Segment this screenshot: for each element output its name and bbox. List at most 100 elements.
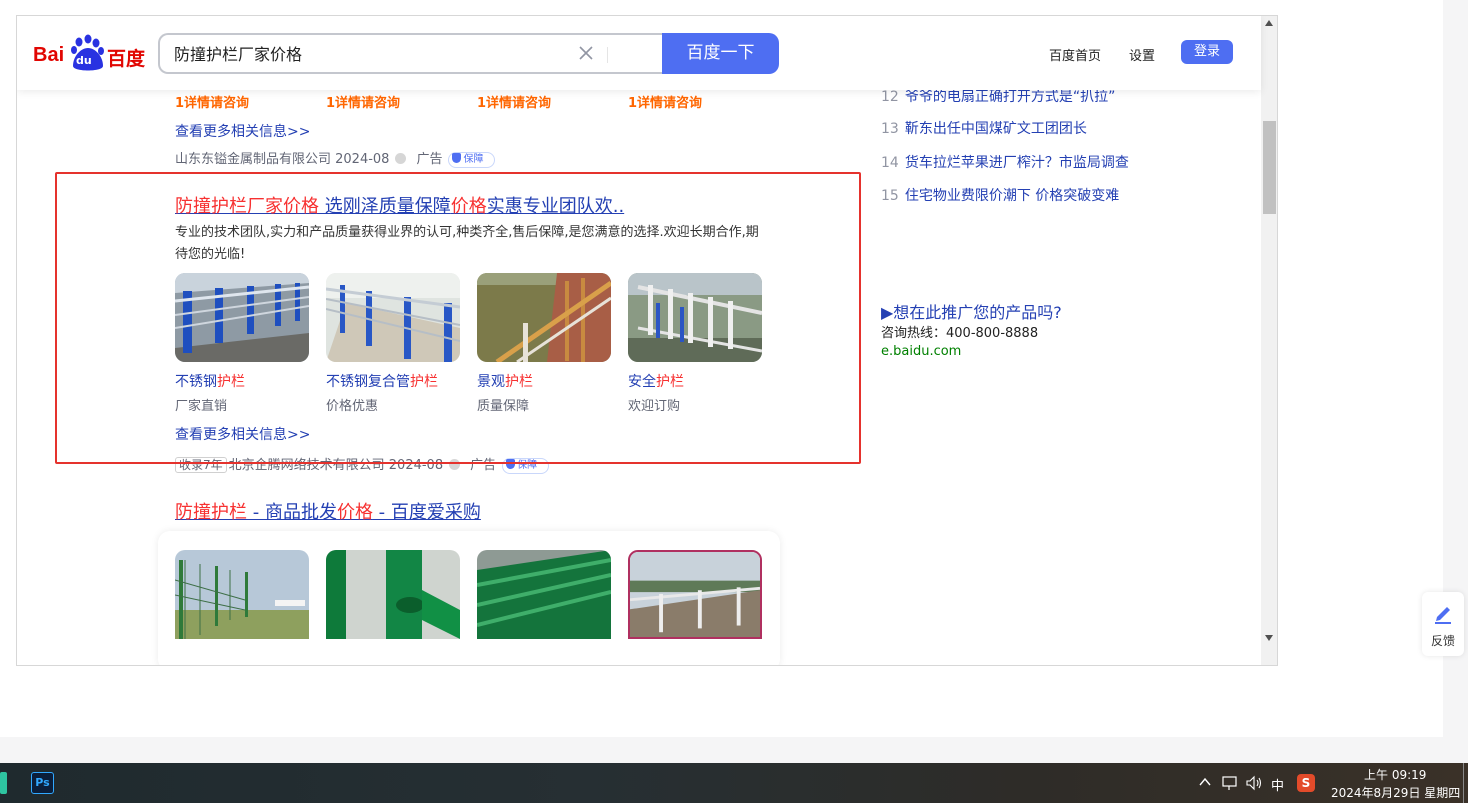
source-company[interactable]: 山东东镒金属制品有限公司 2024-08 — [175, 152, 389, 167]
product-image-wave-beam[interactable] — [477, 550, 611, 639]
network-icon[interactable] — [1221, 775, 1239, 791]
product-image-safety-railing[interactable] — [628, 273, 762, 362]
clock-time[interactable]: 上午 09:19 — [1364, 766, 1426, 783]
title-keyword: 价格 — [336, 502, 373, 523]
ad-label: 广告 — [416, 152, 443, 167]
product-image-landscape-railing[interactable] — [477, 273, 611, 362]
source-company[interactable]: 北京企腾网络技术有限公司 2024-08 — [229, 458, 443, 473]
product-title-keyword: 护栏 — [217, 374, 245, 390]
product-title-link[interactable]: 不锈钢护栏 — [175, 371, 245, 391]
nav-baidu-home[interactable]: 百度首页 — [1049, 45, 1101, 64]
scroll-down-arrow-icon[interactable] — [1265, 635, 1273, 641]
hot-title: 住宅物业费限价潮下 价格突破变难 — [904, 188, 1120, 204]
shield-icon — [452, 153, 462, 163]
feedback-button[interactable]: 反馈 — [1422, 592, 1464, 656]
product-image-stainless-railing[interactable] — [175, 273, 309, 362]
scroll-up-arrow-icon[interactable] — [1265, 20, 1273, 26]
login-button[interactable]: 登录 — [1181, 40, 1233, 64]
prev-item-label[interactable]: 1详情请咨询 — [477, 92, 551, 111]
more-info-link[interactable]: 查看更多相关信息>> — [175, 424, 310, 444]
nav-settings[interactable]: 设置 — [1129, 45, 1155, 64]
logo-cn-text: 百度 — [107, 49, 146, 70]
prev-item-label[interactable]: 1详情请咨询 — [175, 92, 249, 111]
hot-rank: 15 — [881, 188, 899, 204]
product-title-link[interactable]: 景观护栏 — [477, 371, 533, 391]
product-image-bridge-railing[interactable] — [628, 550, 762, 639]
indexed-tag: 收录7年 — [175, 457, 227, 473]
hot-list-item[interactable]: 14 货车拉烂苹果进厂榨汁？市监局调查 — [881, 152, 1129, 172]
product-title-keyword: 护栏 — [505, 374, 533, 390]
info-icon[interactable] — [395, 153, 407, 164]
logo-text: Bai — [33, 44, 65, 66]
volume-icon[interactable] — [1245, 775, 1263, 791]
product-title-text: 不锈钢复合管 — [326, 374, 410, 390]
show-desktop-divider[interactable] — [1463, 763, 1464, 803]
hot-rank: 13 — [881, 121, 899, 137]
prev-item-label[interactable]: 1详情请咨询 — [628, 92, 702, 111]
product-title-link[interactable]: 不锈钢复合管护栏 — [326, 371, 438, 391]
promo-url[interactable]: e.baidu.com — [881, 344, 961, 359]
product-title-link[interactable]: 安全护栏 — [628, 371, 684, 391]
title-text: - 商品批发 — [247, 502, 337, 523]
result-title-link[interactable]: 防撞护栏厂家价格 选刚泽质量保障价格实惠专业团队欢.. — [175, 192, 624, 218]
browser-viewport: 1详情请咨询 1详情请咨询 1详情请咨询 1详情请咨询 查看更多相关信息>> 山… — [16, 15, 1278, 666]
chevron-up-icon[interactable] — [1198, 776, 1212, 788]
result-source: 收录7年 北京企腾网络技术有限公司 2024-08 广告 保障 — [175, 454, 555, 474]
ime-indicator[interactable]: 中 — [1271, 775, 1284, 794]
more-info-link[interactable]: 查看更多相关信息>> — [175, 121, 310, 141]
prev-item-label[interactable]: 1详情请咨询 — [326, 92, 400, 111]
result-title-link[interactable]: 防撞护栏 - 商品批发价格 - 百度爱采购 — [175, 498, 481, 524]
badge-label: 保障 — [517, 460, 538, 471]
promo-link[interactable]: ▶想在此推广您的产品吗? — [881, 299, 1062, 323]
taskbar: Ps 中 S 上午 09:19 2024年8月29日 星期四 — [0, 763, 1468, 803]
app-icon[interactable] — [0, 772, 7, 794]
title-text: 选刚泽质量保障 — [319, 196, 451, 217]
logo-du-text: du — [76, 54, 92, 67]
product-subtitle: 价格优惠 — [326, 399, 379, 414]
badge-label: 保障 — [463, 154, 484, 165]
search-input[interactable] — [174, 43, 554, 62]
hot-rank: 14 — [881, 155, 899, 171]
baidu-logo[interactable]: Bai du 百度 — [33, 34, 145, 74]
product-subtitle: 欢迎订购 — [628, 399, 681, 414]
result-source: 山东东镒金属制品有限公司 2024-08 广告 保障 — [175, 148, 501, 168]
page: 1详情请咨询 1详情请咨询 1详情请咨询 1详情请咨询 查看更多相关信息>> 山… — [0, 0, 1443, 737]
close-icon[interactable] — [577, 44, 595, 62]
title-keyword: 价格 — [450, 196, 487, 217]
title-text: - 百度爱采购 — [372, 502, 481, 523]
title-keyword: 防撞护栏厂家价格 — [175, 196, 319, 217]
guarantee-badge[interactable]: 保障 — [448, 152, 496, 168]
product-image-guardrail-post[interactable] — [326, 550, 460, 639]
title-text: 实惠专业团队欢.. — [486, 196, 625, 217]
photoshop-icon[interactable]: Ps — [31, 772, 54, 794]
hot-list-item[interactable]: 13 靳东出任中国煤矿文工团团长 — [881, 118, 1087, 138]
search-box — [158, 33, 662, 74]
hot-rank: 12 — [881, 89, 899, 105]
product-image-composite-railing[interactable] — [326, 273, 460, 362]
hot-title: 爷爷的电扇正确打开方式是“扒拉” — [904, 89, 1116, 105]
search-button[interactable]: 百度一下 — [662, 33, 779, 74]
info-icon[interactable] — [449, 459, 461, 470]
product-subtitle: 质量保障 — [477, 399, 530, 414]
search-header: Bai du 百度 百度一下 百度首页 设置 登录 — [17, 16, 1261, 90]
sogou-ime-icon[interactable]: S — [1297, 774, 1315, 792]
product-title-text: 不锈钢 — [175, 374, 217, 390]
feedback-label: 反馈 — [1430, 634, 1455, 648]
hot-list-item[interactable]: 15 住宅物业费限价潮下 价格突破变难 — [881, 185, 1119, 205]
product-title-keyword: 护栏 — [656, 374, 684, 390]
promo-hotline: 咨询热线：400-800-8888 — [881, 326, 1039, 341]
product-subtitle: 厂家直销 — [175, 399, 228, 414]
hot-title: 靳东出任中国煤矿文工团团长 — [904, 121, 1087, 137]
guarantee-badge[interactable]: 保障 — [502, 458, 550, 474]
scrollbar[interactable] — [1261, 16, 1277, 665]
edit-icon — [1435, 607, 1451, 624]
product-title-text: 景观 — [477, 374, 505, 390]
shield-icon — [506, 459, 516, 469]
product-title-text: 安全 — [628, 374, 656, 390]
ad-label: 广告 — [470, 458, 497, 473]
scroll-thumb[interactable] — [1263, 121, 1276, 214]
product-image-fence[interactable] — [175, 550, 309, 639]
clock-date[interactable]: 2024年8月29日 星期四 — [1331, 784, 1460, 801]
hot-title: 货车拉烂苹果进厂榨汁？市监局调查 — [904, 155, 1129, 171]
product-title-keyword: 护栏 — [410, 374, 438, 390]
